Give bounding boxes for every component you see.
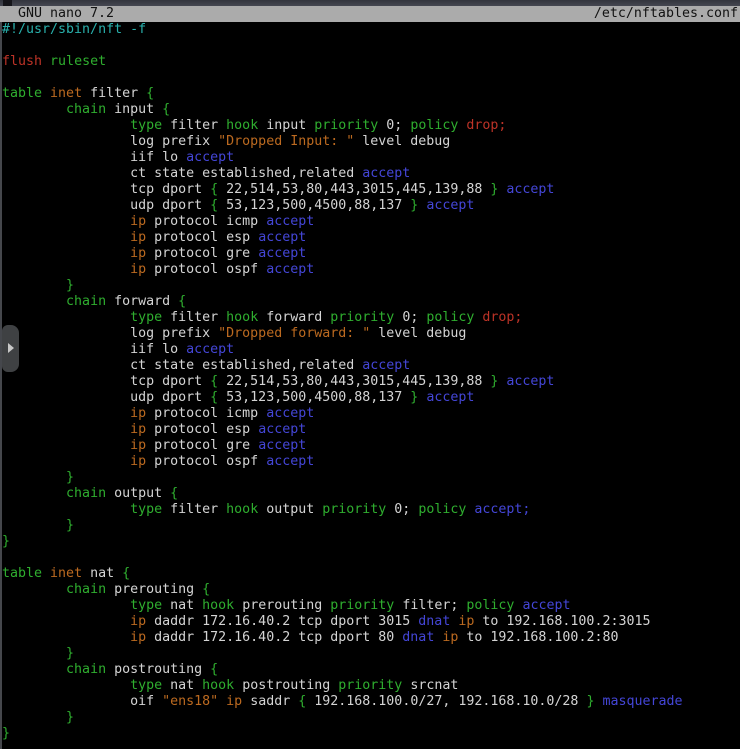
- code-line: chain input {: [2, 102, 740, 118]
- code-line: tcp dport { 22,514,53,80,443,3015,445,13…: [2, 182, 740, 198]
- code-line: tcp dport { 22,514,53,80,443,3015,445,13…: [2, 374, 740, 390]
- code-line: }: [2, 534, 740, 550]
- file-path: /etc/nftables.conf: [594, 6, 740, 22]
- code-line: }: [2, 518, 740, 534]
- code-line: type nat hook postrouting priority srcna…: [2, 678, 740, 694]
- code-line: [2, 38, 740, 54]
- code-line: ip daddr 172.16.40.2 tcp dport 3015 dnat…: [2, 614, 740, 630]
- code-line: ip protocol ospf accept: [2, 262, 740, 278]
- code-line: chain postrouting {: [2, 662, 740, 678]
- code-line: ip protocol gre accept: [2, 438, 740, 454]
- code-line: table inet filter {: [2, 86, 740, 102]
- code-line: ip protocol gre accept: [2, 246, 740, 262]
- code-line: type filter hook forward priority 0; pol…: [2, 310, 740, 326]
- code-line: type filter hook output priority 0; poli…: [2, 502, 740, 518]
- code-line: }: [2, 470, 740, 486]
- code-line: iif lo accept: [2, 150, 740, 166]
- code-line: chain forward {: [2, 294, 740, 310]
- code-line: }: [2, 646, 740, 662]
- code-line: ct state established,related accept: [2, 166, 740, 182]
- code-line: udp dport { 53,123,500,4500,88,137 } acc…: [2, 390, 740, 406]
- code-line: ip protocol icmp accept: [2, 214, 740, 230]
- code-line: ip daddr 172.16.40.2 tcp dport 80 dnat i…: [2, 630, 740, 646]
- code-line: ip protocol esp accept: [2, 230, 740, 246]
- code-line: oif "ens18" ip saddr { 192.168.100.0/27,…: [2, 694, 740, 710]
- editor[interactable]: #!/usr/sbin/nft -f flush ruleset table ine…: [0, 22, 740, 749]
- right-arrow-icon: [8, 343, 14, 353]
- code-line: log prefix "Dropped forward: " level deb…: [2, 326, 740, 342]
- code-line: }: [2, 278, 740, 294]
- code-line: table inet nat {: [2, 566, 740, 582]
- code-line: ip protocol icmp accept: [2, 406, 740, 422]
- code-line: ip protocol ospf accept: [2, 454, 740, 470]
- code-line: ct state established,related accept: [2, 358, 740, 374]
- app-title: GNU nano 7.2: [0, 6, 114, 22]
- code-line: type filter hook input priority 0; polic…: [2, 118, 740, 134]
- code-line: chain prerouting {: [2, 582, 740, 598]
- code-line: type nat hook prerouting priority filter…: [2, 598, 740, 614]
- code-line: [2, 550, 740, 566]
- code-line: }: [2, 710, 740, 726]
- code-line: ip protocol esp accept: [2, 422, 740, 438]
- code-line: flush ruleset: [2, 54, 740, 70]
- side-panel-handle[interactable]: [2, 325, 19, 372]
- code-line: udp dport { 53,123,500,4500,88,137 } acc…: [2, 198, 740, 214]
- code-line: }: [2, 726, 740, 742]
- nano-titlebar: GNU nano 7.2 /etc/nftables.conf: [0, 6, 740, 22]
- code-line: log prefix "Dropped Input: " level debug: [2, 134, 740, 150]
- code-line: chain output {: [2, 486, 740, 502]
- terminal-screen: GNU nano 7.2 /etc/nftables.conf #!/usr/s…: [0, 0, 740, 749]
- code-line: iif lo accept: [2, 342, 740, 358]
- code-line: #!/usr/sbin/nft -f: [2, 22, 740, 38]
- window-left-edge: [0, 22, 2, 749]
- code-line: [2, 70, 740, 86]
